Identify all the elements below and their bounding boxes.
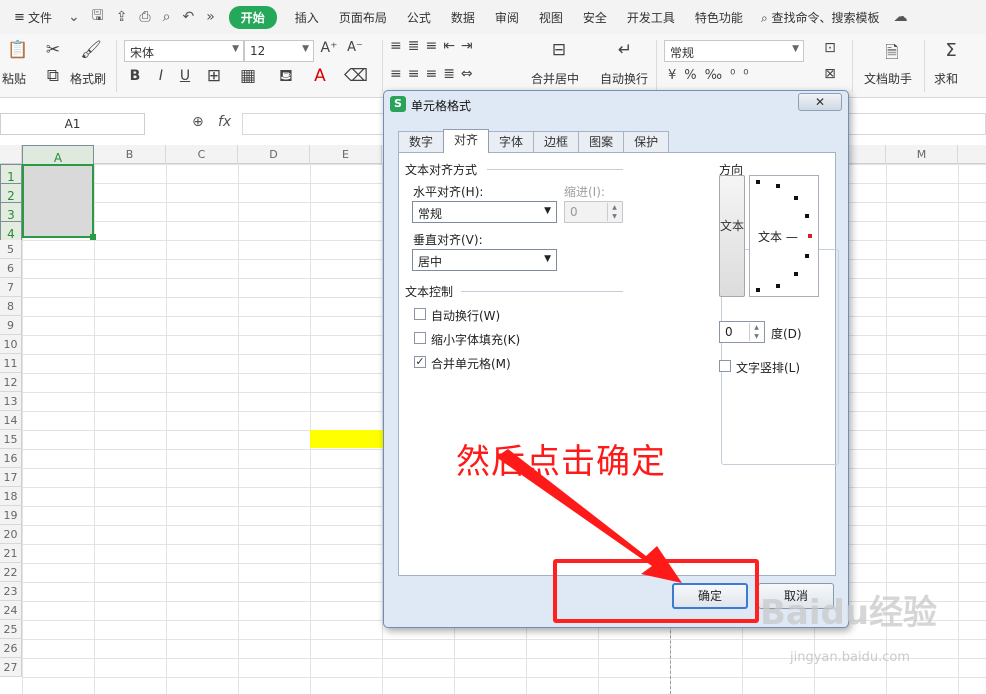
tab-alignment[interactable]: 对齐 (443, 129, 490, 153)
watermark-url: jingyan.baidu.com (790, 650, 910, 665)
annotation-arrow-shape (496, 449, 682, 583)
watermark-brand: Baidu经验 (760, 593, 938, 633)
